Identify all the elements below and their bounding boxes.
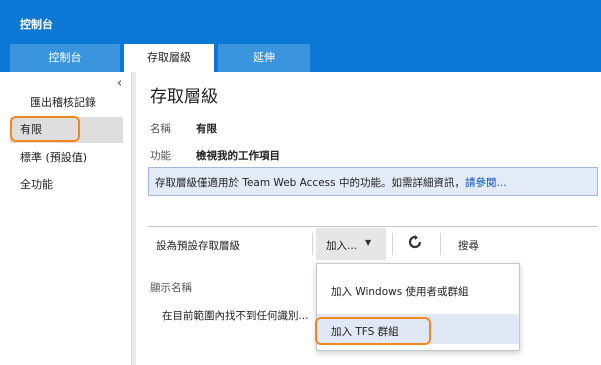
set-default-button[interactable]: 設為預設存取層級 (156, 238, 240, 253)
collapse-sidebar-icon[interactable]: ‹ (117, 76, 122, 91)
tab-access-levels[interactable]: 存取層級 (124, 44, 214, 72)
info-text: 存取層級僅適用於 Team Web Access 中的功能。如需詳細資訊， (155, 177, 465, 189)
menu-item-add-windows-user[interactable]: 加入 Windows 使用者或群組 (331, 284, 469, 299)
highlight-annotation (315, 317, 431, 345)
sidebar-splitter[interactable] (131, 72, 136, 365)
highlight-annotation (10, 116, 80, 142)
app-title: 控制台 (20, 18, 53, 31)
sidebar-item-standard[interactable]: 標準 (預設值) (10, 145, 123, 171)
tab-extensions[interactable]: 延伸 (218, 44, 310, 72)
top-header-bar: 控制台 控制台 存取層級 延伸 (0, 0, 601, 72)
toolbar-separator (312, 233, 313, 255)
empty-state-message: 在目前範圍內找不到任何識別... (162, 310, 309, 322)
add-button-label: 加入... (326, 240, 358, 252)
page-title: 存取層級 (150, 87, 218, 107)
name-label: 名稱 (150, 123, 171, 135)
search-button[interactable]: 搜尋 (458, 238, 479, 253)
toolbar-separator (392, 233, 393, 255)
toolbar-separator (440, 233, 441, 255)
sidebar-item-full[interactable]: 全功能 (10, 172, 123, 198)
function-value: 檢視我的工作項目 (196, 150, 280, 162)
tab-control-panel[interactable]: 控制台 (10, 44, 120, 72)
chevron-down-icon: ▼ (365, 238, 372, 247)
function-label: 功能 (150, 150, 171, 162)
column-header-display-name[interactable]: 顯示名稱 (150, 280, 192, 295)
info-bar: 存取層級僅適用於 Team Web Access 中的功能。如需詳細資訊，請參閱… (148, 167, 598, 196)
toolbar-divider (148, 226, 598, 227)
learn-more-link[interactable]: 請參閱... (465, 177, 507, 189)
name-value: 有限 (196, 123, 217, 135)
refresh-icon[interactable] (408, 235, 422, 249)
export-audit-log-link[interactable]: 匯出稽核記錄 (30, 94, 96, 110)
